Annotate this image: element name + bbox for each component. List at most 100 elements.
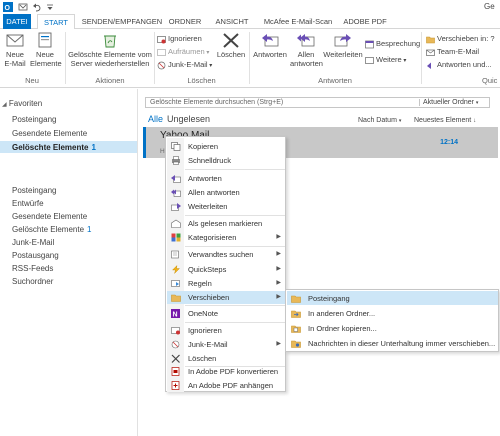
reply-all-icon <box>171 188 181 197</box>
ribbon-separator <box>421 32 422 84</box>
menu-item-verwandtes-suchen[interactable]: Verwandtes suchen ▶ <box>167 248 285 261</box>
menu-label: Kategorisieren <box>188 233 237 242</box>
submenu-label: In anderen Ordner... <box>308 309 376 318</box>
menu-label: Ignorieren <box>188 326 222 335</box>
menu-item-als-gelesen[interactable]: Als gelesen markieren <box>167 217 285 230</box>
always-move-icon <box>291 339 301 348</box>
pdf-convert-icon <box>171 367 181 376</box>
submenu-item-anderer-ordner[interactable]: In anderen Ordner... <box>287 306 498 320</box>
submenu-arrow-icon: ▶ <box>276 266 281 272</box>
menu-item-quicksteps[interactable]: QuickSteps ▶ <box>167 263 285 276</box>
submenu-item-immer-verschieben[interactable]: Nachrichten in dieser Unterhaltung immer… <box>287 336 498 350</box>
meeting-button[interactable]: Besprechung <box>365 38 420 49</box>
group-antworten-label: Antworten <box>318 76 352 85</box>
restore-deleted-button[interactable]: Gelöschte Elemente vom Server wiederhers… <box>68 32 152 72</box>
menu-item-kopieren[interactable]: Kopieren <box>167 140 285 153</box>
submenu-item-ordner-kopieren[interactable]: In Ordner kopieren... <box>287 321 498 335</box>
folder-junk-email[interactable]: Junk-E-Mail <box>12 238 54 247</box>
quickstep-reply-label: Antworten und... <box>437 60 492 69</box>
menu-label: In Adobe PDF konvertieren <box>188 367 279 376</box>
rules-icon <box>171 279 181 288</box>
favorite-posteingang[interactable]: Posteingang <box>12 115 56 124</box>
group-loeschen-label: Löschen <box>187 76 216 85</box>
submenu-arrow-icon: ▶ <box>276 294 281 300</box>
quickstep-reply-delete[interactable]: Antworten und... <box>426 59 492 70</box>
ribbon: Neue E-Mail Neue Elemente Neu Gelöschte … <box>0 29 500 88</box>
menu-item-kategorisieren[interactable]: Kategorisieren ▶ <box>167 231 285 244</box>
customize-icon[interactable] <box>46 2 54 12</box>
tab-mcafee[interactable]: McAfee E-Mail-Scan <box>258 14 338 29</box>
sort-by-label: Nach Datum <box>358 117 397 124</box>
menu-item-junk-email[interactable]: Junk-E-Mail ▶ <box>167 338 285 351</box>
undo-icon[interactable] <box>32 2 42 12</box>
menu-item-loeschen[interactable]: Löschen <box>167 352 285 365</box>
ignore-button[interactable]: Ignorieren <box>157 33 202 44</box>
forward-button[interactable]: Weiterleiten <box>323 32 363 72</box>
favorite-gesendete-elemente[interactable]: Gesendete Elemente <box>12 129 87 138</box>
sort-by-dropdown[interactable]: Nach Datum ▾ <box>358 117 401 124</box>
junk-button[interactable]: Junk-E-Mail ▾ <box>157 59 212 70</box>
submenu-item-posteingang[interactable]: Posteingang <box>287 291 498 305</box>
outlook-icon[interactable]: O <box>3 2 13 12</box>
menu-separator <box>185 215 285 216</box>
favorite-geloeschte-elemente[interactable]: Gelöschte Elemente 1 <box>12 143 96 152</box>
filter-unread[interactable]: Ungelesen <box>167 114 210 124</box>
search-input[interactable]: Gelöschte Elemente durchsuchen (Strg+E) <box>150 99 283 106</box>
menu-item-allen-antworten[interactable]: Allen antworten <box>167 186 285 199</box>
search-scope-dropdown[interactable]: Aktueller Ordner ▾ <box>419 99 478 106</box>
filter-all[interactable]: Alle <box>148 114 163 124</box>
tab-senden-empfangen[interactable]: SENDEN/EMPFANGEN <box>81 14 163 29</box>
favorites-header[interactable]: ◢ Favoriten <box>2 99 42 108</box>
folder-suchordner[interactable]: Suchordner <box>12 277 53 286</box>
mark-read-icon <box>171 219 181 228</box>
new-items-button[interactable]: Neue Elemente <box>30 32 62 72</box>
ignore-icon <box>171 326 181 335</box>
menu-item-regeln[interactable]: Regeln ▶ <box>167 277 285 290</box>
reply-button[interactable]: Antworten <box>252 32 288 72</box>
menu-item-onenote[interactable]: N OneNote <box>167 307 285 320</box>
submenu-label: Posteingang <box>308 294 350 303</box>
delete-label: Löschen <box>216 50 246 59</box>
menu-item-ignorieren[interactable]: Ignorieren <box>167 324 285 337</box>
reply-icon <box>171 174 181 183</box>
cleanup-button[interactable]: Aufräumen ▾ <box>157 46 209 57</box>
search-scope-label: Aktueller Ordner <box>423 99 474 106</box>
menu-label: Als gelesen markieren <box>188 219 263 228</box>
menu-item-verschieben[interactable]: Verschieben ▶ <box>167 291 285 304</box>
folder-posteingang[interactable]: Posteingang <box>12 186 56 195</box>
folder-postausgang[interactable]: Postausgang <box>12 251 59 260</box>
junk-icon <box>157 61 166 70</box>
tab-ansicht[interactable]: ANSICHT <box>209 14 255 29</box>
menu-item-pdf-konvertieren[interactable]: In Adobe PDF konvertieren <box>167 365 285 378</box>
submenu-label: In Ordner kopieren... <box>308 324 377 333</box>
delete-button[interactable]: Löschen <box>216 32 246 72</box>
tab-adobe-pdf[interactable]: ADOBE PDF <box>340 14 390 29</box>
folder-entwuerfe[interactable]: Entwürfe <box>12 199 44 208</box>
menu-item-weiterleiten[interactable]: Weiterleiten <box>167 200 285 213</box>
tab-datei[interactable]: DATEI <box>3 14 31 29</box>
sort-order-toggle[interactable]: Neuestes Element ↓ <box>414 117 476 124</box>
tab-start[interactable]: START <box>37 14 75 30</box>
window-title: Ge <box>484 2 495 11</box>
send-receive-icon[interactable] <box>18 2 28 12</box>
menu-item-pdf-anhaengen[interactable]: An Adobe PDF anhängen <box>167 379 285 392</box>
search-box[interactable]: Gelöschte Elemente durchsuchen (Strg+E) … <box>145 97 490 108</box>
new-email-button[interactable]: Neue E-Mail <box>3 32 27 72</box>
restore-deleted-label-1: Gelöschte Elemente vom <box>68 50 152 59</box>
folder-rss-feeds[interactable]: RSS-Feeds <box>12 264 53 273</box>
menu-item-schnelldruck[interactable]: Schnelldruck <box>167 154 285 167</box>
quickstep-move-to[interactable]: Verschieben in: ? <box>426 33 495 44</box>
folder-geloeschte-elemente[interactable]: Gelöschte Elemente 1 <box>12 225 92 234</box>
move-icon <box>171 293 181 302</box>
team-email-icon <box>426 48 435 57</box>
reply-all-button[interactable]: Allen antworten <box>290 32 323 72</box>
quickstep-team-email[interactable]: Team-E-Mail <box>426 46 479 57</box>
context-menu: Kopieren Schnelldruck Antworten Allen an… <box>165 136 286 392</box>
folder-gesendete-elemente[interactable]: Gesendete Elemente <box>12 212 87 221</box>
more-reply-button[interactable]: Weitere ▾ <box>365 54 406 65</box>
deleted-unread-count: 1 <box>87 225 92 234</box>
menu-item-antworten[interactable]: Antworten <box>167 172 285 185</box>
tab-ordner[interactable]: ORDNER <box>165 14 205 29</box>
favorites-label: Favoriten <box>8 99 43 108</box>
more-label: Weitere <box>376 55 402 64</box>
